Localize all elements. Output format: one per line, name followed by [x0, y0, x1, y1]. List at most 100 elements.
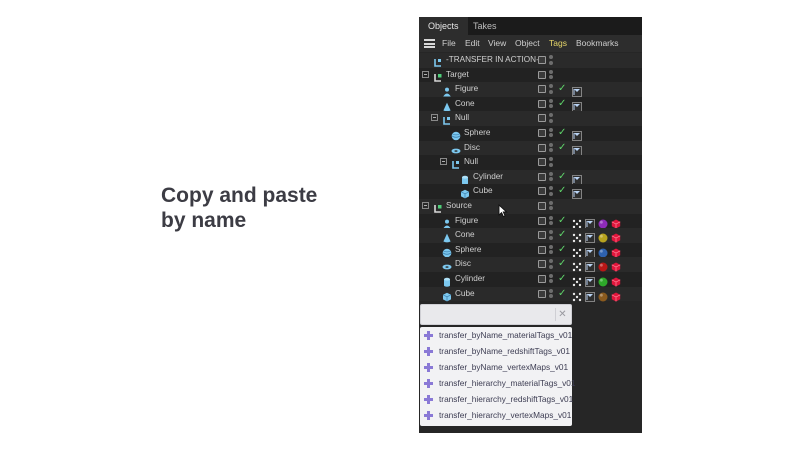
collapse-toggle-icon[interactable] — [431, 114, 438, 122]
object-tag[interactable] — [611, 259, 621, 272]
tab-objects[interactable]: Objects — [419, 17, 468, 35]
visibility-dots-icon[interactable] — [549, 273, 554, 285]
object-tag[interactable] — [598, 259, 608, 272]
object-tag[interactable] — [611, 289, 621, 302]
object-tag[interactable] — [585, 274, 595, 287]
layer-toggle-icon[interactable] — [538, 231, 546, 240]
object-name[interactable]: Cylinder — [455, 272, 485, 287]
object-name[interactable]: Target — [446, 68, 469, 83]
object-tag[interactable] — [572, 128, 582, 141]
material-tag-icon[interactable] — [598, 248, 608, 258]
visibility-dots-icon[interactable] — [549, 186, 554, 197]
object-tag[interactable] — [572, 245, 582, 257]
display-tag-icon[interactable] — [572, 101, 582, 112]
layer-toggle-icon[interactable] — [538, 128, 546, 137]
enabled-check-icon[interactable]: ✓ — [558, 127, 566, 139]
enabled-check-icon[interactable]: ✓ — [558, 273, 566, 285]
visibility-dots-icon[interactable] — [549, 215, 554, 227]
vertex-map-icon[interactable] — [572, 233, 582, 243]
material-tag-icon[interactable] — [598, 219, 608, 229]
object-tag[interactable] — [611, 274, 621, 287]
object-name[interactable]: Null — [455, 111, 469, 126]
vertex-map-icon[interactable] — [572, 262, 582, 272]
object-name[interactable]: Cube — [473, 184, 493, 199]
tree-row[interactable]: Figure ✓ — [419, 82, 642, 98]
object-tag[interactable] — [572, 289, 582, 301]
object-tag[interactable] — [572, 186, 582, 200]
tree-row[interactable]: Figure ✓ — [419, 213, 642, 229]
menu-tags[interactable]: Tags — [549, 35, 567, 52]
script-list-item[interactable]: transfer_hierarchy_redshiftTags_v01 — [420, 391, 573, 407]
vertex-map-icon[interactable] — [572, 219, 582, 229]
material-tag-icon[interactable] — [598, 262, 608, 272]
object-tag[interactable] — [598, 274, 608, 287]
object-tag[interactable] — [585, 245, 595, 258]
object-name[interactable]: Cone — [455, 97, 475, 112]
display-tag-icon[interactable] — [585, 262, 595, 273]
material-tag-icon[interactable] — [598, 277, 608, 287]
object-name[interactable]: Disc — [455, 257, 471, 272]
visibility-dots-icon[interactable] — [549, 230, 554, 241]
object-tag[interactable] — [572, 84, 582, 98]
display-tag-icon[interactable] — [585, 233, 595, 244]
collapse-toggle-icon[interactable] — [422, 201, 429, 209]
redshift-tag-icon[interactable] — [611, 292, 621, 302]
visibility-dots-icon[interactable] — [549, 127, 554, 139]
object-name[interactable]: Figure — [455, 214, 478, 229]
object-tag[interactable] — [585, 289, 595, 302]
tree-row[interactable]: Cylinder ✓ — [419, 271, 642, 287]
tree-row[interactable]: Cone ✓ — [419, 228, 642, 244]
menu-view[interactable]: View — [488, 35, 506, 52]
object-name[interactable]: -TRANSFER IN ACTION- — [446, 53, 539, 68]
enabled-check-icon[interactable]: ✓ — [558, 171, 566, 183]
visibility-dots-icon[interactable] — [549, 55, 554, 66]
visibility-dots-icon[interactable] — [549, 259, 554, 270]
display-tag-icon[interactable] — [572, 145, 582, 156]
script-search-input[interactable]: ✕ — [420, 304, 572, 325]
object-tag[interactable] — [585, 216, 595, 229]
object-name[interactable]: Sphere — [464, 126, 490, 141]
visibility-dots-icon[interactable] — [549, 113, 554, 124]
display-tag-icon[interactable] — [585, 247, 595, 258]
enabled-check-icon[interactable]: ✓ — [558, 83, 566, 95]
visibility-dots-icon[interactable] — [549, 157, 554, 168]
object-tag[interactable] — [598, 230, 608, 243]
visibility-dots-icon[interactable] — [549, 288, 554, 300]
object-tag[interactable] — [611, 245, 621, 258]
enabled-check-icon[interactable]: ✓ — [558, 258, 566, 270]
object-name[interactable]: Sphere — [455, 243, 481, 258]
script-list-item[interactable]: transfer_byName_vertexMaps_v01 — [420, 359, 572, 375]
object-tag[interactable] — [572, 172, 582, 185]
enabled-check-icon[interactable]: ✓ — [558, 185, 566, 197]
layer-toggle-icon[interactable] — [538, 274, 546, 283]
hamburger-menu-icon[interactable] — [424, 39, 435, 48]
visibility-dots-icon[interactable] — [549, 69, 554, 81]
object-tag[interactable] — [611, 230, 621, 243]
layer-toggle-icon[interactable] — [538, 172, 546, 181]
script-list-item[interactable]: transfer_hierarchy_vertexMaps_v01 — [420, 407, 572, 423]
enabled-check-icon[interactable]: ✓ — [558, 244, 566, 256]
object-name[interactable]: Source — [446, 199, 472, 214]
vertex-map-icon[interactable] — [572, 277, 582, 287]
tree-row[interactable]: Cube ✓ — [419, 286, 642, 302]
object-tag[interactable] — [598, 289, 608, 301]
visibility-dots-icon[interactable] — [549, 244, 554, 256]
tree-row[interactable]: Disc ✓ — [419, 257, 642, 273]
object-tag[interactable] — [572, 99, 582, 112]
object-tag[interactable] — [572, 259, 582, 272]
visibility-dots-icon[interactable] — [549, 84, 554, 95]
script-list-item[interactable]: transfer_byName_materialTags_v01 — [420, 327, 572, 343]
object-name[interactable]: Cube — [455, 287, 475, 302]
object-tag[interactable] — [585, 259, 595, 273]
menu-object[interactable]: Object — [515, 35, 540, 52]
visibility-dots-icon[interactable] — [549, 200, 554, 212]
layer-toggle-icon[interactable] — [538, 56, 546, 64]
object-tag[interactable] — [572, 143, 582, 156]
display-tag-icon[interactable] — [572, 131, 582, 141]
redshift-tag-icon[interactable] — [611, 277, 621, 287]
tree-row[interactable]: Cube ✓ — [419, 184, 642, 200]
redshift-tag-icon[interactable] — [611, 219, 621, 229]
collapse-toggle-icon[interactable] — [422, 70, 429, 78]
tree-row[interactable]: -TRANSFER IN ACTION- — [419, 53, 642, 68]
tree-row[interactable]: Cylinder ✓ — [419, 169, 642, 185]
